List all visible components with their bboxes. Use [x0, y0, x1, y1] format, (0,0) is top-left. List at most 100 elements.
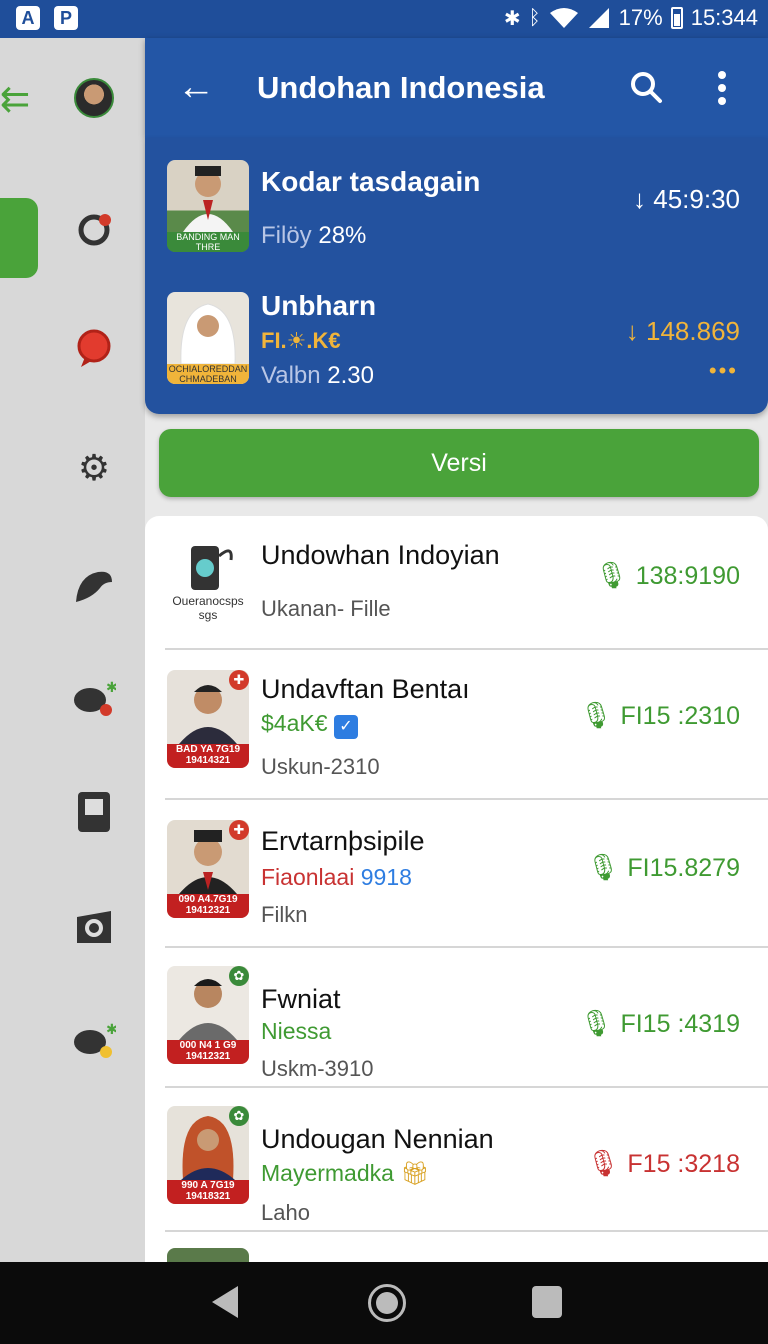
item-title: Ervtarnþsipile [261, 826, 425, 856]
featured-value-text: 45:9:30 [653, 184, 740, 214]
back-arrow-icon[interactable]: ← [177, 66, 215, 109]
item-plate: 090 A4.7G19 19412321 [167, 894, 249, 918]
item-plate: BAD YA 7G19 19414321 [167, 744, 249, 768]
item-value-text: FI15.8279 [627, 854, 740, 882]
rail-active-indicator[interactable] [0, 198, 38, 278]
app-bar: ← Undohan Indonesia [145, 38, 768, 138]
thumb-caption: Oueranocsps sgs [172, 594, 244, 622]
phone-icon [191, 546, 233, 590]
item-subtitle: $4aK€ ✓ [261, 710, 358, 739]
item-meta: Laho [261, 1200, 310, 1225]
gift-icon: 🎁︎ [400, 1160, 430, 1186]
avatar[interactable] [74, 78, 114, 118]
item-thumbnail: ✚ 090 A4.7G19 19412321 [167, 820, 249, 918]
item-subtitle: Fiaonlaai 9918 [261, 864, 412, 891]
list-item-partial[interactable] [145, 1244, 768, 1262]
battery-icon [670, 7, 683, 29]
badge-icon: ✿ [229, 1106, 249, 1126]
battery-percent: 17% [618, 5, 663, 30]
side-rail: ⇇ ⚙ ✱ ✱ [0, 38, 145, 1262]
featured-value: ↓ 148.869 [626, 316, 740, 347]
more-vert-icon[interactable] [717, 70, 727, 106]
item-subtitle-number: 9918 [360, 864, 412, 890]
nav-home-icon[interactable] [368, 1284, 406, 1322]
mic-icon: 🎙︎ [586, 1148, 620, 1178]
featured-tag: FI.☀.K€ [261, 328, 341, 353]
item-meta: Filkn [261, 902, 308, 927]
mic-icon: 🎙︎ [579, 1008, 613, 1038]
cloud-chat-icon[interactable]: ✱ [72, 678, 116, 722]
item-value: 🎙︎ F15 :3218 [586, 1148, 740, 1179]
svg-text:✱: ✱ [106, 680, 116, 695]
item-title: Undavftan Bentaı [261, 674, 470, 704]
item-thumbnail: ✿ 990 A 7G19 19418321 [167, 1106, 249, 1204]
nav-recents-icon[interactable] [532, 1286, 562, 1318]
item-title: Undowhan Indoyian [261, 540, 500, 570]
cloud-chat-alt-icon[interactable]: ✱ [72, 1020, 116, 1064]
svg-text:✱: ✱ [106, 1022, 116, 1037]
item-value-text: FI15 :4319 [620, 1010, 740, 1038]
status-bar: A P ✱ ᛒ 17% 15:344 [0, 0, 768, 38]
vibrate-icon: ᛒ [528, 6, 541, 29]
item-value-text: 138:9190 [635, 562, 740, 590]
download-icon: ↓ [625, 316, 639, 346]
featured-value: ↓ 45:9:30 [633, 184, 740, 215]
signal-icon [588, 8, 609, 28]
featured-item[interactable]: OCHIALOREDDAN CHMADEBAN Unbharn FI.☀.K€ … [145, 288, 768, 408]
list-item[interactable]: ✚ 090 A4.7G19 19412321 Ervtarnþsipile Fi… [145, 800, 768, 948]
featured-subtitle-value: 28% [318, 222, 367, 249]
notification-p-icon: P [54, 6, 78, 30]
divider [165, 1230, 768, 1232]
search-icon[interactable] [629, 70, 663, 104]
mic-icon: 🎙︎ [594, 560, 628, 590]
item-subtitle-text: $4aK€ [261, 710, 328, 736]
versi-button[interactable]: Versi [159, 429, 759, 497]
item-meta: Ukanan- Fille [261, 596, 391, 621]
list-item[interactable]: Oueranocsps sgs Undowhan Indoyian Ukanan… [145, 516, 768, 650]
featured-subtitle: Valbn 2.30 [261, 362, 374, 390]
camera-icon[interactable] [72, 906, 116, 950]
featured-thumb-caption: OCHIALOREDDAN CHMADEBAN [167, 364, 249, 384]
item-subtitle-text: Fiaonlaai [261, 864, 355, 890]
item-thumbnail [167, 1248, 249, 1262]
item-value: 🎙︎ FI15.8279 [586, 852, 740, 883]
mic-icon: 🎙︎ [579, 700, 613, 730]
tablet-icon[interactable] [72, 790, 116, 834]
list-item[interactable]: ✿ 000 N4 1 G9 19412321 Fwniat Niessa Usk… [145, 948, 768, 1088]
more-dots-icon[interactable]: ••• [709, 358, 738, 384]
list-item[interactable]: ✚ BAD YA 7G19 19414321 Undavftan Bentaı … [145, 650, 768, 800]
list-item[interactable]: ✿ 990 A 7G19 19418321 Undougan Nennian M… [145, 1088, 768, 1232]
featured-thumbnail: OCHIALOREDDAN CHMADEBAN [167, 292, 249, 384]
item-thumbnail: ✚ BAD YA 7G19 19414321 [167, 670, 249, 768]
featured-card: BANDING MAN THRE Kodar tasdagain Filöy 2… [145, 138, 768, 414]
item-plate: 000 N4 1 G9 19412321 [167, 1040, 249, 1064]
item-value-text: FI15 :2310 [620, 702, 740, 730]
badge-icon: ✚ [229, 670, 249, 690]
chat-bubble-icon[interactable] [72, 326, 116, 370]
verified-icon: ✓ [333, 715, 358, 739]
item-subtitle-text: Mayermadka [261, 1160, 394, 1186]
page-title: Undohan Indonesia [257, 70, 545, 105]
bird-icon[interactable] [72, 564, 116, 608]
mic-icon: 🎙︎ [586, 852, 620, 882]
sync-icon[interactable] [72, 208, 116, 252]
clock: 15:344 [690, 5, 758, 30]
system-nav-bar [0, 1262, 768, 1344]
featured-thumb-caption: BANDING MAN THRE [167, 232, 249, 252]
wifi-icon [549, 8, 578, 28]
nav-back-icon[interactable] [208, 1284, 244, 1320]
item-value: 🎙︎ FI15 :4319 [579, 1008, 740, 1039]
rail-back-icon[interactable]: ⇇ [0, 78, 30, 120]
featured-thumbnail: BANDING MAN THRE [167, 160, 249, 252]
featured-subtitle-label: Filöy [261, 222, 312, 249]
featured-item[interactable]: BANDING MAN THRE Kodar tasdagain Filöy 2… [145, 158, 768, 278]
settings-icon[interactable]: ⚙ [72, 446, 116, 490]
item-meta: Uskun-2310 [261, 754, 380, 779]
featured-subtitle-value: 2.30 [327, 362, 374, 389]
badge-icon: ✿ [229, 966, 249, 986]
badge-icon: ✚ [229, 820, 249, 840]
notification-a-icon: A [16, 6, 40, 30]
item-title: Undougan Nennian [261, 1124, 494, 1154]
item-value-text: F15 :3218 [627, 1150, 740, 1178]
item-subtitle: Mayermadka 🎁︎ [261, 1160, 430, 1187]
